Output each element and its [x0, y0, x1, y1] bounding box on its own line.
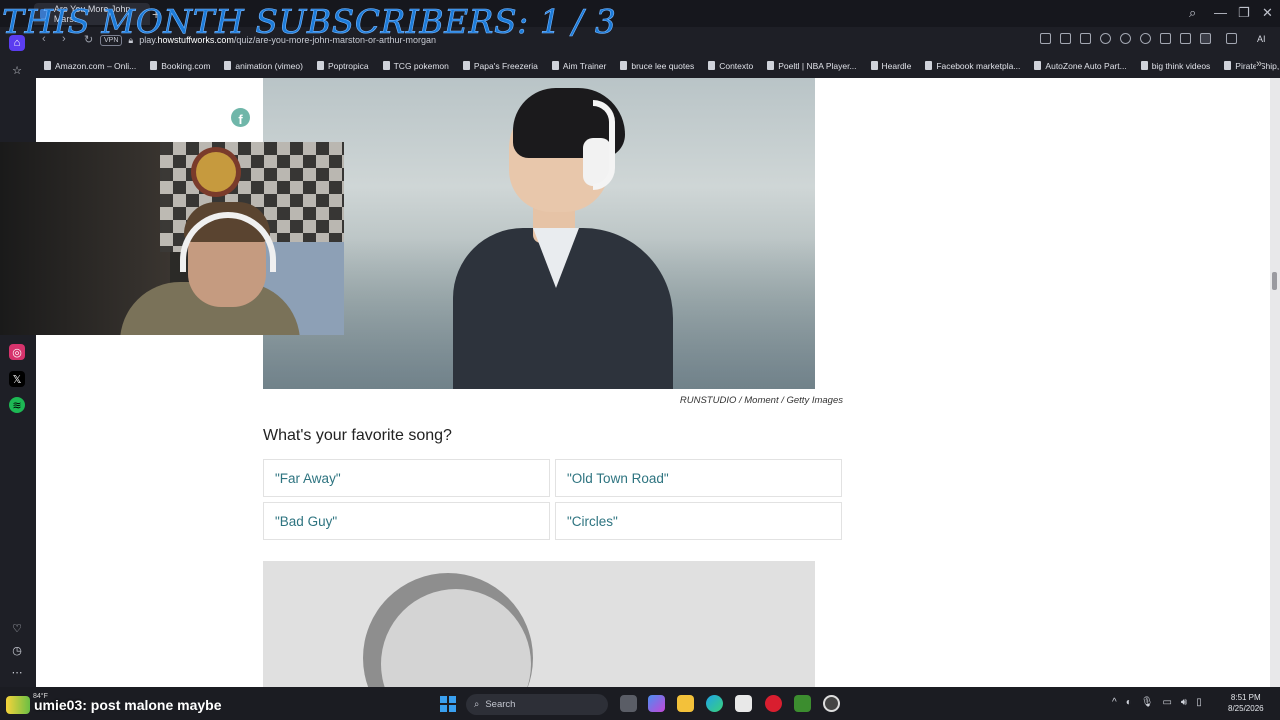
- restore-button[interactable]: ❐: [1238, 5, 1250, 21]
- facebook-share-icon[interactable]: f: [231, 108, 250, 127]
- bookmarks-overflow-icon[interactable]: »: [1256, 58, 1263, 70]
- page-scrollbar[interactable]: [1270, 78, 1280, 687]
- bookmark-icon: [767, 61, 775, 70]
- microphone-icon[interactable]: 🎙︎: [1141, 697, 1154, 708]
- bookmark-item[interactable]: Heardle: [870, 61, 911, 71]
- ai-button[interactable]: AI: [1257, 34, 1266, 44]
- bookmark-icon: [224, 61, 232, 70]
- tray-chevron-icon[interactable]: ^: [1112, 697, 1117, 708]
- bookmark-icon: [620, 61, 628, 70]
- shield-icon[interactable]: [1100, 33, 1111, 44]
- chat-text: : post malone maybe: [82, 697, 222, 713]
- chat-emote-icon: [6, 696, 30, 714]
- download-icon[interactable]: [1160, 33, 1171, 44]
- file-explorer-icon[interactable]: [677, 695, 694, 712]
- quiz-photo-headphones: [263, 78, 815, 389]
- answer-option[interactable]: "Far Away": [263, 459, 550, 497]
- opera-gx-icon[interactable]: [765, 695, 782, 712]
- quiz-photo-next: [263, 561, 815, 687]
- bookmark-icon: [1034, 61, 1042, 70]
- store-icon[interactable]: [735, 695, 752, 712]
- bookmark-item[interactable]: Pirate Ship, ship pa...: [1224, 61, 1280, 71]
- battery-icon[interactable]: ▯: [1196, 697, 1202, 708]
- chat-username: umie03: [34, 697, 83, 713]
- bookmark-icon: [1224, 61, 1232, 70]
- spotify-icon[interactable]: ≋: [9, 397, 25, 413]
- scrollbar-thumb[interactable]: [1272, 272, 1277, 290]
- search-icon: ⌕: [474, 699, 480, 710]
- search-placeholder: Search: [485, 699, 516, 710]
- play-icon[interactable]: [1120, 33, 1131, 44]
- network-icon[interactable]: ▭: [1162, 697, 1171, 708]
- edge-icon[interactable]: [706, 695, 723, 712]
- bookmark-icon: [462, 61, 470, 70]
- favorites-heart-icon[interactable]: ♡: [9, 620, 25, 636]
- camera-icon[interactable]: [1080, 33, 1091, 44]
- taskbar-search[interactable]: ⌕ Search: [466, 694, 608, 715]
- webcam-overlay: [0, 142, 344, 335]
- menu-icon[interactable]: [1180, 33, 1191, 44]
- bookmark-item[interactable]: Aim Trainer: [551, 61, 606, 71]
- taskbar-clock[interactable]: 8:51 PM 8/25/2026: [1228, 692, 1264, 714]
- bookmark-icon: [925, 61, 933, 70]
- pinboard-icon[interactable]: ☆: [9, 62, 25, 78]
- minecraft-icon[interactable]: [794, 695, 811, 712]
- bookmark-item[interactable]: TCG pokemon: [382, 61, 449, 71]
- extensions-icon[interactable]: [1226, 33, 1237, 44]
- bookmark-item[interactable]: Poptropica: [316, 61, 369, 71]
- bookmark-icon: [382, 61, 390, 70]
- bookmark-item[interactable]: bruce lee quotes: [620, 61, 694, 71]
- system-tray: ^ ◐ 🎙︎ ▭ 🔊︎ ▯: [1112, 697, 1202, 708]
- bookmark-icon: [870, 61, 878, 70]
- bookmark-icon: [316, 61, 324, 70]
- history-icon[interactable]: ◷: [9, 642, 25, 658]
- windows-start-icon[interactable]: [440, 696, 456, 712]
- bookmark-item[interactable]: Booking.com: [150, 61, 210, 71]
- bookmark-item[interactable]: big think videos: [1140, 61, 1210, 71]
- tray-app-icon[interactable]: ◐: [1126, 697, 1132, 708]
- wallet-icon[interactable]: [1200, 33, 1211, 44]
- copilot-icon[interactable]: [648, 695, 665, 712]
- bookmark-icon: [551, 61, 559, 70]
- volume-icon[interactable]: 🔊︎: [1181, 697, 1187, 708]
- bookmark-item[interactable]: Poeltl | NBA Player...: [767, 61, 857, 71]
- heart-icon[interactable]: [1140, 33, 1151, 44]
- bookmark-item[interactable]: Papa's Freezeria: [462, 61, 538, 71]
- subscriber-counter-overlay: THIS MONTH SUBSCRIBERS: 1 / 3: [2, 2, 617, 42]
- instagram-icon[interactable]: ◎: [9, 344, 25, 360]
- bookmark-item[interactable]: Amazon.com – Onli...: [44, 61, 136, 71]
- bookmark-item[interactable]: animation (vimeo): [224, 61, 303, 71]
- reader-mode-icon[interactable]: [1040, 33, 1051, 44]
- bookmark-item[interactable]: AutoZone Auto Part...: [1034, 61, 1127, 71]
- minimize-button[interactable]: —: [1214, 5, 1227, 20]
- x-twitter-icon[interactable]: 𝕏: [9, 371, 25, 387]
- bookmark-item[interactable]: Contexto: [708, 61, 753, 71]
- bookmark-icon: [1140, 61, 1148, 70]
- image-caption: RUNSTUDIO / Moment / Getty Images: [679, 395, 843, 406]
- answer-option[interactable]: "Old Town Road": [555, 459, 842, 497]
- more-options-icon[interactable]: ⋯: [9, 664, 25, 680]
- task-view-icon[interactable]: [620, 695, 637, 712]
- obs-icon[interactable]: [823, 695, 840, 712]
- bookmark-icon: [44, 61, 51, 70]
- answer-option[interactable]: "Bad Guy": [263, 502, 550, 540]
- close-button[interactable]: ✕: [1262, 5, 1273, 21]
- edit-icon[interactable]: [1060, 33, 1071, 44]
- clock-time: 8:51 PM: [1230, 693, 1261, 702]
- bookmark-icon: [150, 61, 158, 70]
- chat-message-overlay: umie03: post malone maybe: [34, 697, 222, 713]
- search-tabs-icon[interactable]: ⌕: [1189, 5, 1196, 21]
- bookmarks-bar: Amazon.com – Onli... Booking.com animati…: [34, 54, 1280, 77]
- bookmark-item[interactable]: Facebook marketpla...: [925, 61, 1020, 71]
- clock-date: 8/25/2026: [1228, 704, 1264, 713]
- quiz-question: What's your favorite song?: [263, 427, 452, 444]
- answer-option[interactable]: "Circles": [555, 502, 842, 540]
- bookmark-icon: [708, 61, 716, 70]
